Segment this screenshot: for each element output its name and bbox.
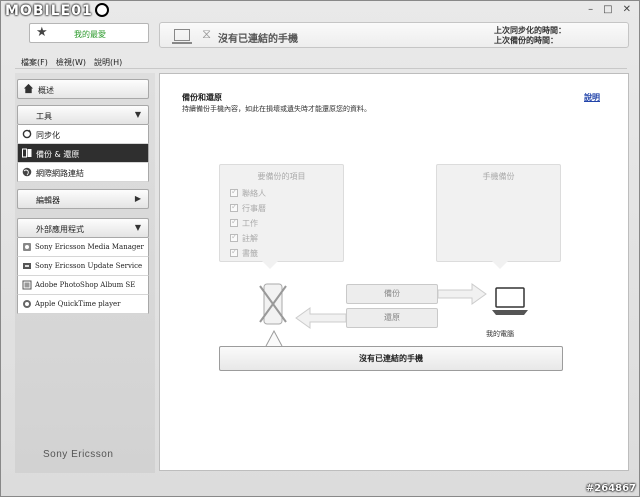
brand-logo: Sony Ericsson	[43, 449, 114, 460]
sidebar-item-media-manager[interactable]: Sony Ericsson Media Manager	[17, 238, 149, 257]
backup-button[interactable]: 備份	[346, 284, 438, 304]
backup-icon	[22, 148, 32, 158]
menu-help[interactable]: 說明(H)	[94, 57, 122, 68]
my-computer-label: 我的電腦	[486, 330, 514, 338]
checkbox-icon	[230, 187, 238, 197]
laptop-icon	[172, 29, 192, 44]
sidebar-item-label: Sony Ericsson Update Service	[35, 262, 143, 270]
app-window: MOBILE01 – □ ✕ ★ 我的最愛 ⧖ 沒有已連結的手機 上次同步化的時…	[0, 0, 640, 497]
sync-icon	[22, 129, 32, 139]
backup-items-title: 要備份的項目	[257, 172, 306, 181]
checkbox-label: 工作	[242, 219, 258, 228]
triangle-down-icon: ▼	[134, 110, 141, 119]
menu-view[interactable]: 檢視(W)	[56, 57, 86, 68]
checkbox-tasks[interactable]: 工作	[230, 217, 258, 229]
backup-restore-panel: 備份和還原 持續備份手機內容，如此在損壞或遺失時才能還原您的資料。 說明 要備份…	[159, 73, 629, 471]
sidebar-item-sync[interactable]: 同步化	[17, 125, 149, 144]
globe-icon	[94, 3, 109, 17]
sidebar-item-label: Apple QuickTime player	[35, 300, 121, 308]
favorites-button[interactable]: ★ 我的最愛	[29, 23, 149, 43]
post-id-tag: #264867	[585, 483, 636, 494]
sync-info: 上次同步化的時間： 上次備份的時間：	[494, 26, 566, 46]
close-button[interactable]: ✕	[623, 4, 631, 15]
bubble-tail	[265, 330, 283, 346]
page-title: 備份和還原	[182, 93, 222, 102]
phone-backup-title: 手機備份	[482, 172, 515, 181]
menu-bar: 檔案(F) 檢視(W) 說明(H)	[21, 57, 122, 68]
connection-status-bar: 沒有已連結的手機	[219, 346, 563, 371]
phone-status-bar: ⧖ 沒有已連結的手機 上次同步化的時間： 上次備份的時間：	[159, 22, 629, 48]
sidebar-item-label: Adobe PhotoShop Album SE	[35, 281, 136, 289]
sidebar-item-overview[interactable]: 概述	[17, 79, 149, 99]
sidebar-item-label: 同步化	[36, 131, 60, 140]
checkbox-bookmarks[interactable]: 書籤	[230, 247, 258, 259]
arrow-left-icon	[295, 307, 346, 329]
sidebar-item-quicktime[interactable]: Apple QuickTime player	[17, 295, 149, 314]
editor-section-header[interactable]: 編輯器 ▶	[17, 189, 149, 209]
help-link[interactable]: 說明	[584, 92, 600, 103]
sidebar-item-backup-restore[interactable]: 備份 & 還原	[17, 144, 149, 163]
checkbox-calendar[interactable]: 行事曆	[230, 202, 266, 214]
sidebar-item-photoshop-album[interactable]: Adobe PhotoShop Album SE	[17, 276, 149, 295]
tools-section-header[interactable]: 工具 ▼	[17, 105, 149, 125]
last-sync-label: 上次同步化的時間：	[494, 26, 566, 35]
arrow-right-icon	[438, 283, 487, 305]
minimize-button[interactable]: –	[588, 4, 593, 15]
sidebar-item-label: 概述	[38, 86, 54, 95]
star-icon: ★	[36, 25, 48, 40]
laptop-icon	[492, 287, 528, 315]
section-label: 工具	[36, 112, 52, 121]
photo-album-icon	[22, 280, 32, 290]
triangle-down-icon: ▼	[134, 223, 141, 232]
quicktime-icon	[23, 300, 31, 308]
sidebar-item-label: 網際網路連結	[36, 169, 84, 178]
disconnected-icon: ⧖	[202, 27, 212, 42]
bubble-tail	[262, 261, 278, 269]
status-title: 沒有已連結的手機	[218, 34, 298, 45]
divider	[15, 68, 627, 69]
page-description: 持續備份手機內容，如此在損壞或遺失時才能還原您的資料。	[182, 105, 371, 113]
watermark: MOBILE01	[5, 3, 109, 19]
checkbox-label: 聯絡人	[242, 189, 266, 198]
section-label: 編輯器	[36, 196, 60, 205]
checkbox-icon	[230, 232, 238, 242]
checkbox-label: 註解	[242, 234, 258, 243]
sidebar-item-label: Sony Ericsson Media Manager	[35, 243, 144, 251]
maximize-button[interactable]: □	[603, 4, 612, 15]
backup-items-box: 要備份的項目 聯絡人 行事曆 工作 註解 書籤	[219, 164, 344, 269]
checkbox-icon	[230, 247, 238, 257]
menu-file[interactable]: 檔案(F)	[21, 57, 48, 68]
update-service-icon	[23, 263, 31, 269]
window-controls: – □ ✕	[588, 4, 631, 15]
checkbox-label: 書籤	[242, 249, 258, 258]
globe-icon	[22, 167, 32, 177]
sidebar-item-label: 備份 & 還原	[36, 150, 80, 159]
triangle-right-icon: ▶	[134, 194, 141, 203]
checkbox-label: 行事曆	[242, 204, 266, 213]
sidebar-item-update-service[interactable]: Sony Ericsson Update Service	[17, 257, 149, 276]
checkbox-notes[interactable]: 註解	[230, 232, 258, 244]
restore-button[interactable]: 還原	[346, 308, 438, 328]
favorites-label: 我的最愛	[74, 30, 106, 39]
home-icon	[23, 83, 34, 94]
checkbox-icon	[230, 202, 238, 212]
section-label: 外部應用程式	[36, 225, 84, 234]
checkbox-contacts[interactable]: 聯絡人	[230, 187, 266, 199]
apps-section-header[interactable]: 外部應用程式 ▼	[17, 218, 149, 238]
sidebar-item-internet[interactable]: 網際網路連結	[17, 163, 149, 182]
checkbox-icon	[230, 217, 238, 227]
phone-backup-box: 手機備份	[436, 164, 561, 269]
bubble-tail	[492, 261, 508, 269]
sidebar: 概述 工具 ▼ 同步化 備份 & 還原 網際網路連結 編輯器 ▶ 外部應用程式 …	[15, 73, 155, 473]
last-backup-label: 上次備份的時間：	[494, 36, 558, 45]
media-manager-icon	[23, 243, 31, 251]
phone-disconnected-icon	[259, 283, 287, 325]
